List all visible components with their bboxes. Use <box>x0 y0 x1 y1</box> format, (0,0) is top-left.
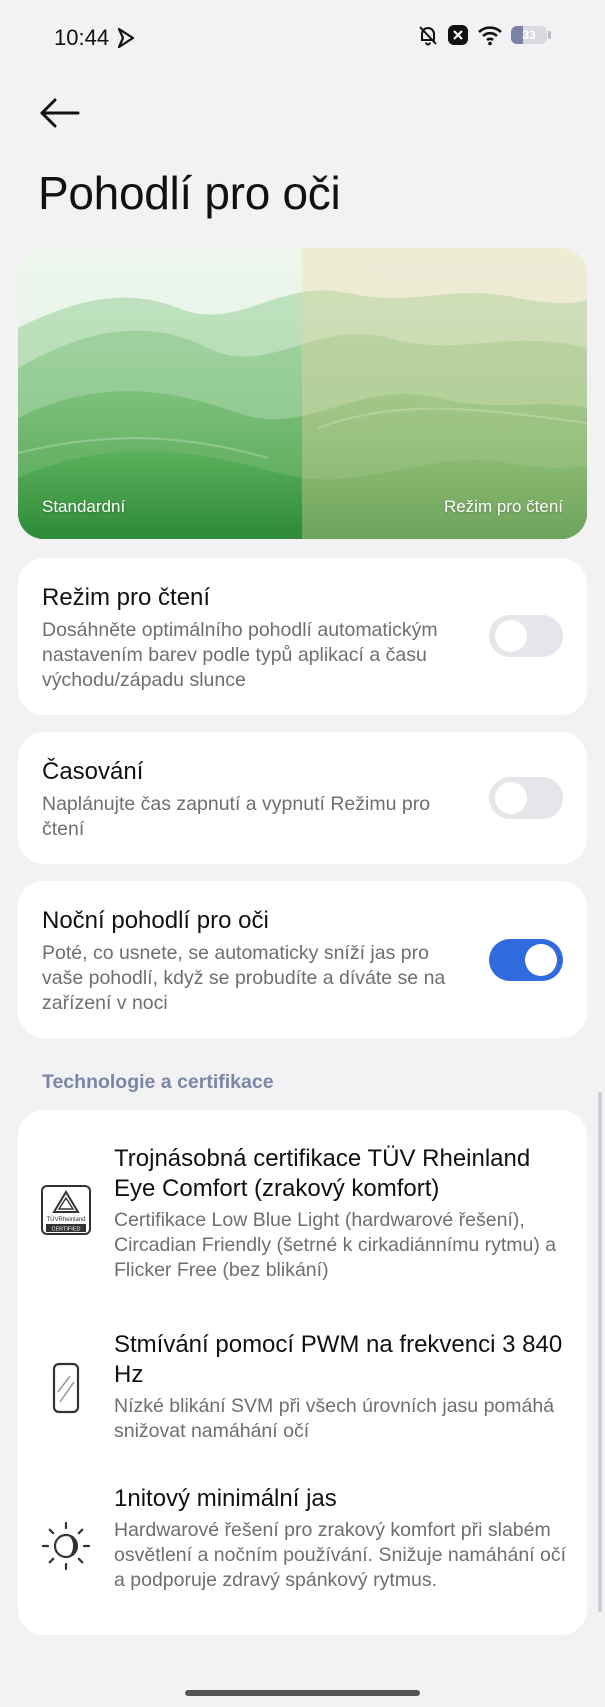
scrollbar[interactable] <box>598 1092 602 1612</box>
battery-level: 33 <box>522 28 536 42</box>
night-comfort-card[interactable]: Noční pohodlí pro oči Poté, co usnete, s… <box>18 881 587 1038</box>
scheduling-card[interactable]: Časování Naplánujte čas zapnutí a vypnut… <box>18 732 587 864</box>
back-button[interactable] <box>36 92 84 134</box>
bell-muted-icon <box>417 24 439 46</box>
tech-item-brightness-title: 1nitový minimální jas <box>114 1485 337 1512</box>
tech-item-tuv-title: Trojnásobná certifikace TÜV Rheinland Ey… <box>114 1145 531 1202</box>
close-box-icon <box>447 24 469 46</box>
tech-section-header: Technologie a certifikace <box>42 1071 274 1093</box>
phone-screen-icon <box>40 1362 92 1414</box>
page-title: Pohodlí pro oči <box>38 167 341 219</box>
home-indicator[interactable] <box>185 1690 420 1696</box>
scheduling-toggle[interactable] <box>489 777 563 819</box>
status-bar: 10:44 33 <box>0 0 605 76</box>
night-comfort-description: Poté, co usnete, se automaticky sníží ja… <box>42 942 446 1014</box>
preview-label-reading: Režim pro čtení <box>443 497 563 516</box>
tuv-badge-certified: CERTIFIED <box>52 1227 81 1233</box>
scheduling-title: Časování <box>42 758 144 785</box>
play-icon <box>116 27 136 49</box>
status-icons: 33 <box>417 24 553 46</box>
comparison-preview-image: Standardní Režim pro čtení <box>18 248 587 539</box>
reading-mode-title: Režim pro čtení <box>42 584 211 611</box>
reading-mode-description: Dosáhněte optimálního pohodlí automatick… <box>42 619 438 691</box>
back-arrow-icon <box>40 98 80 128</box>
battery-icon: 33 <box>511 24 553 46</box>
reading-mode-card[interactable]: Režim pro čtení Dosáhněte optimálního po… <box>18 558 587 715</box>
tech-item-tuv-description: Certifikace Low Blue Light (hardwarové ř… <box>114 1209 557 1281</box>
tech-item-pwm-description: Nízké blikání SVM při všech úrovních jas… <box>114 1395 555 1442</box>
tuv-badge-brand: TÜVRheinland <box>46 1216 85 1223</box>
brightness-icon <box>40 1520 92 1572</box>
tech-item-brightness-description: Hardwarové řešení pro zrakový komfort př… <box>114 1519 567 1591</box>
tech-card: TÜVRheinland CERTIFIED Trojnásobná certi… <box>18 1110 587 1635</box>
tuv-certificate-icon: TÜVRheinland CERTIFIED <box>40 1184 92 1236</box>
wifi-icon <box>477 24 503 46</box>
night-comfort-toggle[interactable] <box>489 939 563 981</box>
night-comfort-title: Noční pohodlí pro oči <box>42 907 269 934</box>
scheduling-description: Naplánujte čas zapnutí a vypnutí Režimu … <box>42 793 431 840</box>
preview-label-standard: Standardní <box>42 497 126 516</box>
tech-item-pwm-title: Stmívání pomocí PWM na frekvenci 3 840 H… <box>114 1331 563 1388</box>
reading-mode-toggle[interactable] <box>489 615 563 657</box>
status-time: 10:44 <box>54 25 110 50</box>
